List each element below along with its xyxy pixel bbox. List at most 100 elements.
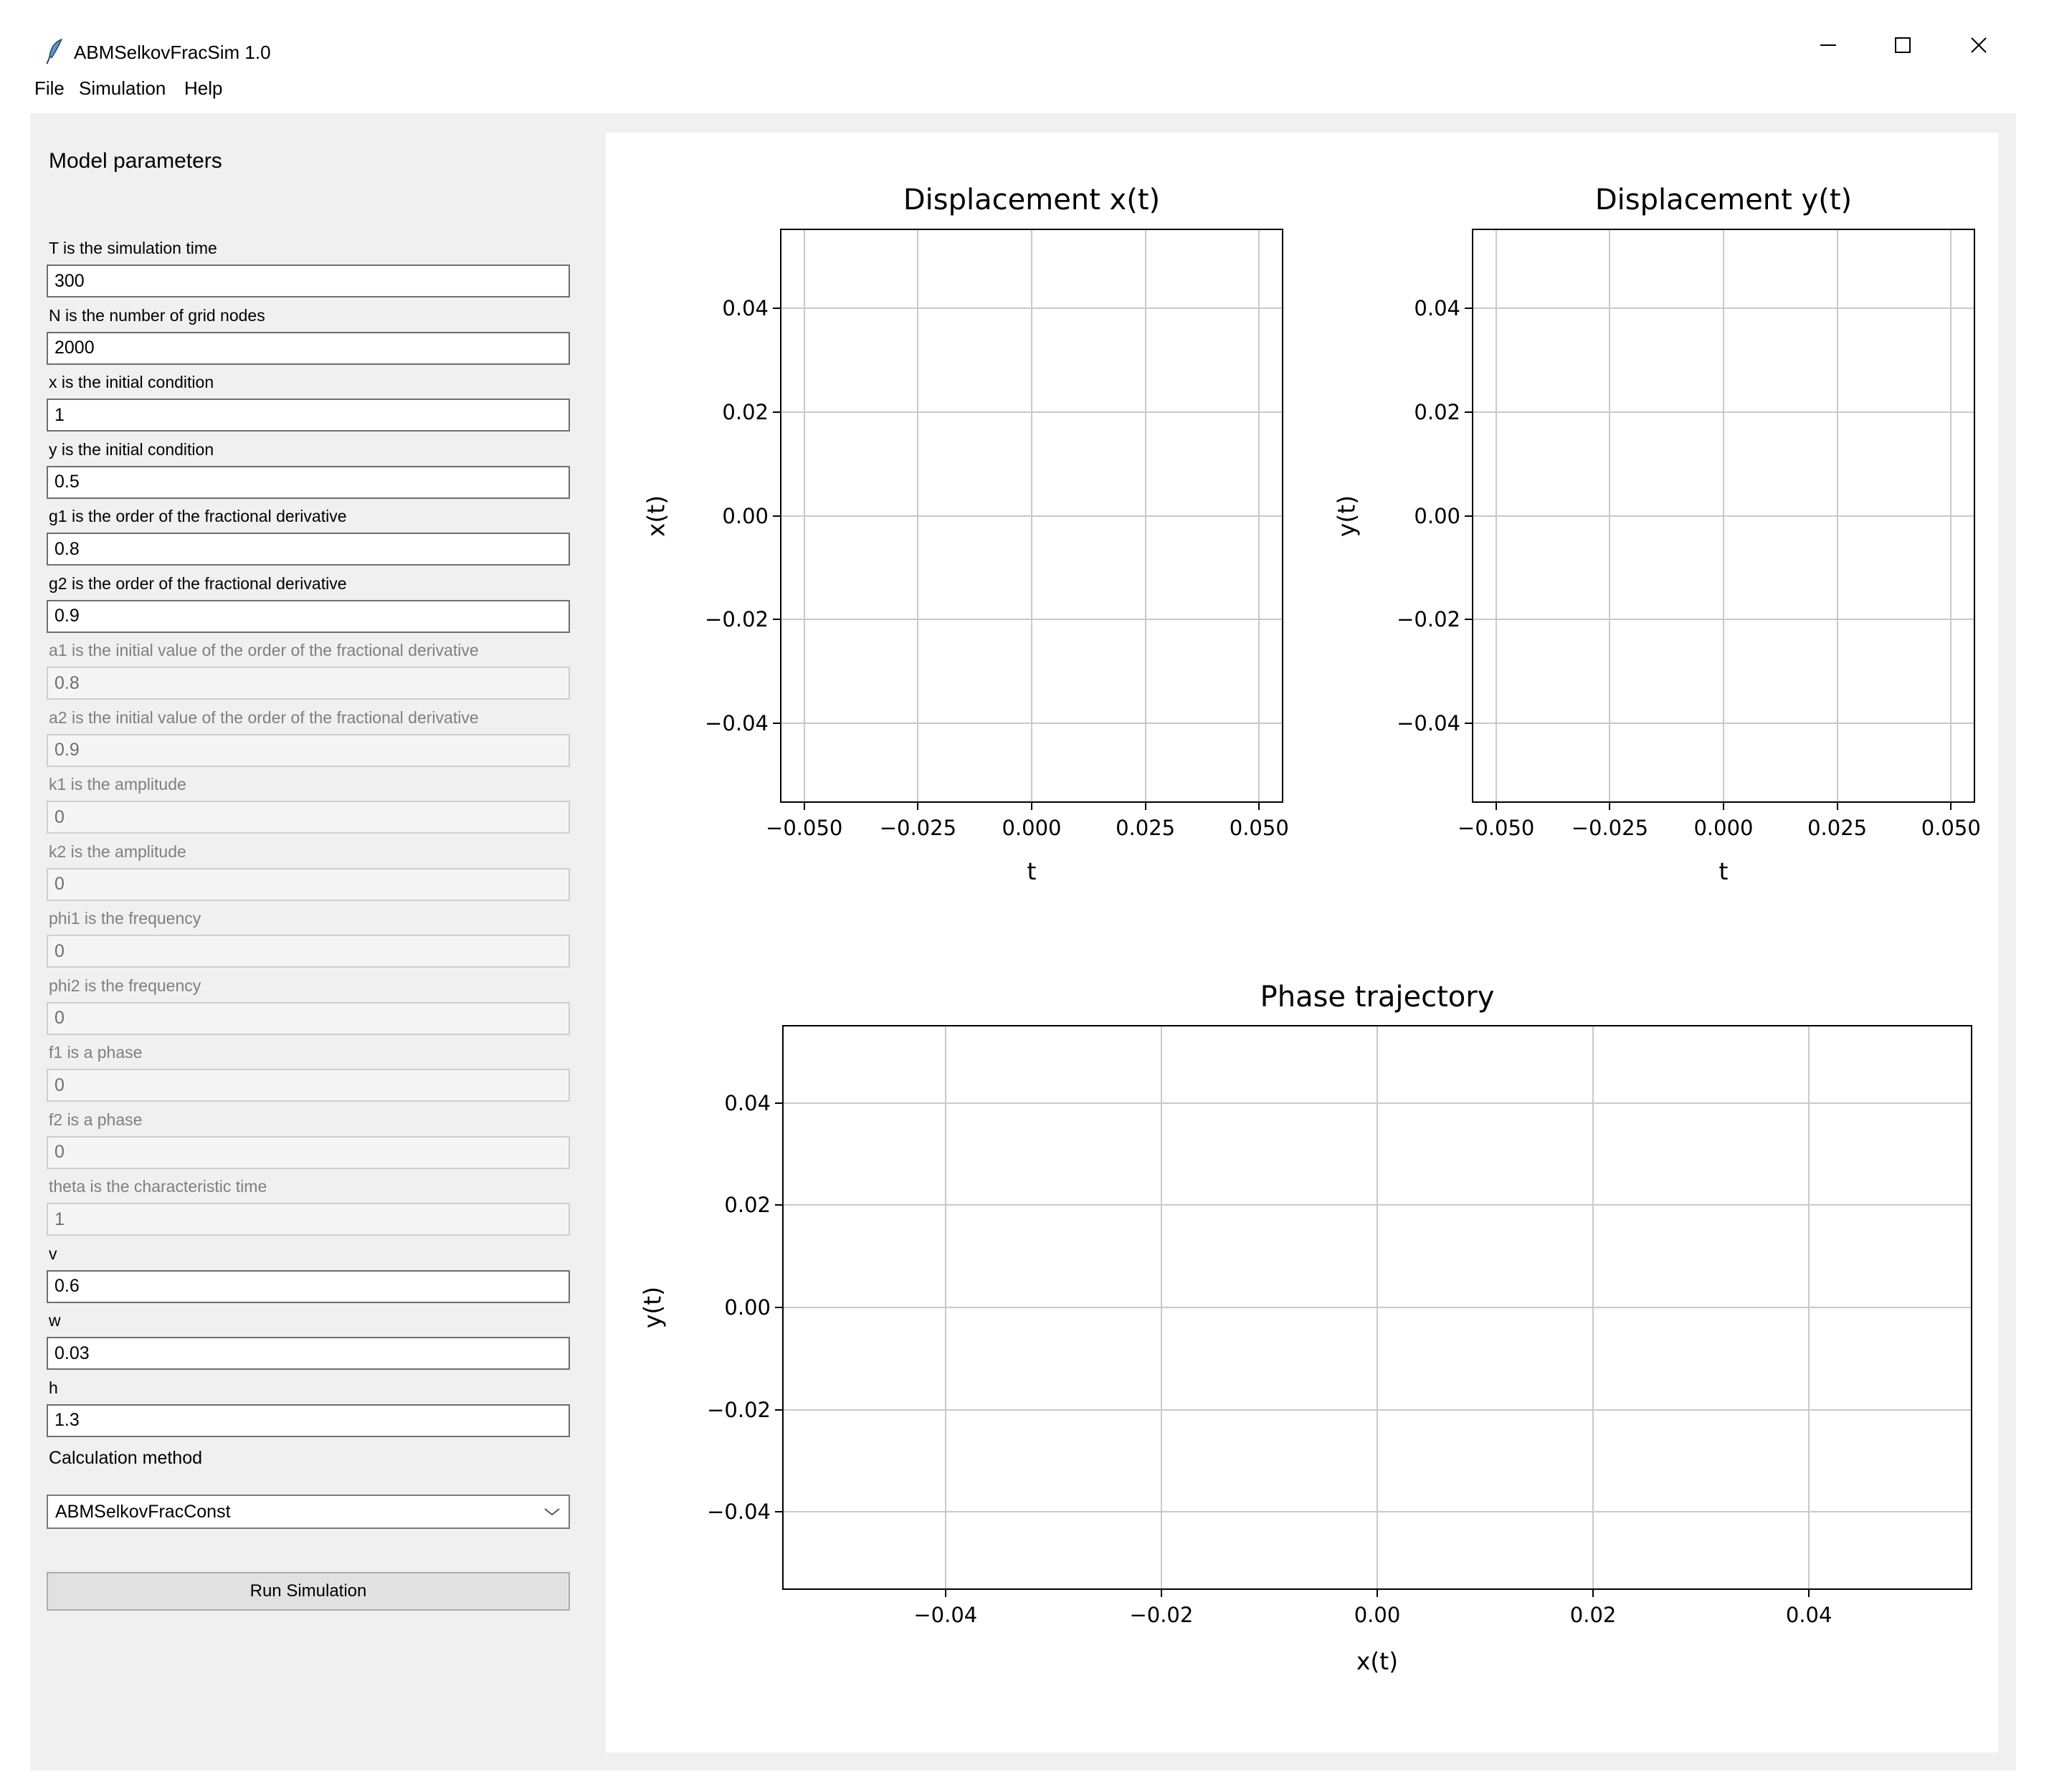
y-tick-label: −0.02: [707, 1398, 771, 1422]
menu-help[interactable]: Help: [184, 77, 222, 100]
calculation-method-value: ABMSelkovFracConst: [55, 1502, 231, 1522]
y-tick: [775, 1511, 784, 1512]
y-tick: [1465, 515, 1473, 517]
param-input: [47, 935, 570, 968]
menu-simulation[interactable]: Simulation: [79, 77, 166, 100]
param-input: [47, 1069, 570, 1102]
gridline: [784, 1511, 1971, 1512]
gridline: [1473, 308, 1974, 309]
param-input[interactable]: [47, 399, 570, 432]
param-input[interactable]: [47, 600, 570, 633]
param-label: k2 is the amplitude: [49, 842, 186, 864]
x-tick: [1258, 801, 1260, 810]
x-tick-label: 0.000: [1002, 816, 1061, 840]
gridline: [1473, 619, 1974, 620]
x-tick: [1496, 801, 1497, 810]
gridline: [781, 619, 1282, 620]
x-tick: [945, 1588, 946, 1597]
param-label: h: [49, 1378, 58, 1400]
y-tick: [1465, 411, 1473, 413]
window-title: ABMSelkovFracSim 1.0: [74, 42, 271, 64]
plot-displacement-x: −0.050−0.0250.0000.0250.0500.040.020.00−…: [780, 229, 1283, 803]
y-tick: [773, 515, 781, 517]
gridline: [781, 308, 1282, 309]
param-input: [47, 1002, 570, 1035]
x-tick: [1609, 801, 1610, 810]
plot2-ylabel: y(t): [1333, 495, 1361, 537]
param-input[interactable]: [47, 1337, 570, 1370]
x-tick-label: 0.02: [1570, 1603, 1617, 1627]
param-input[interactable]: [47, 1404, 570, 1437]
param-input[interactable]: [47, 533, 570, 566]
menu-file[interactable]: File: [34, 77, 65, 100]
param-label: x is the initial condition: [49, 373, 214, 394]
x-tick-label: −0.02: [1129, 1603, 1193, 1627]
param-input: [47, 1203, 570, 1236]
param-label: a1 is the initial value of the order of …: [49, 641, 479, 662]
y-tick-label: 0.00: [722, 504, 769, 528]
x-tick-label: 0.025: [1807, 816, 1867, 840]
param-input[interactable]: [47, 1270, 570, 1303]
gridline: [781, 411, 1282, 413]
sidebar-heading: Model parameters: [49, 149, 222, 173]
x-tick: [1161, 1588, 1162, 1597]
param-input: [47, 734, 570, 767]
y-tick-label: 0.02: [1414, 400, 1460, 424]
y-tick-label: −0.04: [705, 711, 769, 735]
gridline: [784, 1307, 1971, 1308]
close-button[interactable]: [1944, 22, 2013, 69]
minimize-icon: [1817, 34, 1839, 56]
x-tick: [1808, 1588, 1810, 1597]
plot2-xlabel: t: [1472, 857, 1975, 885]
close-icon: [1968, 34, 1989, 56]
x-tick-label: 0.050: [1921, 816, 1981, 840]
x-tick-label: 0.00: [1354, 1603, 1401, 1627]
plot2-title: Displacement y(t): [1472, 184, 1975, 216]
gridline: [781, 515, 1282, 517]
param-label: w: [49, 1311, 61, 1333]
param-label: N is the number of grid nodes: [49, 306, 265, 328]
y-tick: [1465, 723, 1473, 724]
minimize-button[interactable]: [1794, 22, 1863, 69]
param-label: f1 is a phase: [49, 1043, 142, 1064]
param-label: g2 is the order of the fractional deriva…: [49, 574, 347, 596]
gridline: [784, 1204, 1971, 1206]
calculation-method-select[interactable]: ABMSelkovFracConst: [47, 1495, 570, 1529]
y-tick: [775, 1409, 784, 1411]
plot-phase-trajectory: −0.04−0.020.000.020.040.040.020.00−0.02−…: [782, 1025, 1972, 1590]
param-input[interactable]: [47, 466, 570, 499]
maximize-button[interactable]: [1868, 22, 1937, 69]
x-tick: [804, 801, 805, 810]
y-tick-label: −0.02: [705, 607, 769, 632]
x-tick: [1145, 801, 1146, 810]
x-tick: [1723, 801, 1724, 810]
y-tick-label: −0.02: [1397, 607, 1460, 632]
y-tick-label: −0.04: [1397, 711, 1460, 735]
gridline: [784, 1102, 1971, 1104]
run-simulation-button[interactable]: Run Simulation: [47, 1572, 570, 1611]
param-label: T is the simulation time: [49, 239, 217, 260]
param-label: v: [49, 1244, 57, 1266]
x-tick-label: 0.050: [1230, 816, 1289, 840]
x-tick-label: 0.000: [1693, 816, 1753, 840]
gridline: [1473, 411, 1974, 413]
plot3-xlabel: x(t): [782, 1647, 1972, 1675]
x-tick: [1592, 1588, 1594, 1597]
param-input[interactable]: [47, 332, 570, 365]
x-tick: [1950, 801, 1951, 810]
param-label: a2 is the initial value of the order of …: [49, 708, 479, 730]
plot1-xlabel: t: [780, 857, 1283, 885]
chevron-down-icon: [543, 1506, 561, 1517]
param-label: phi1 is the frequency: [49, 909, 201, 930]
y-tick: [773, 619, 781, 620]
x-tick-label: −0.050: [1458, 816, 1534, 840]
param-label: g1 is the order of the fractional deriva…: [49, 507, 347, 528]
app-feather-icon: [43, 37, 65, 66]
plot1-title: Displacement x(t): [780, 184, 1283, 216]
y-tick-label: 0.02: [724, 1193, 771, 1217]
y-tick-label: 0.02: [722, 400, 769, 424]
param-input[interactable]: [47, 264, 570, 297]
plot1-ylabel: x(t): [642, 495, 670, 537]
x-tick-label: −0.04: [913, 1603, 977, 1627]
plot3-title: Phase trajectory: [782, 981, 1972, 1014]
